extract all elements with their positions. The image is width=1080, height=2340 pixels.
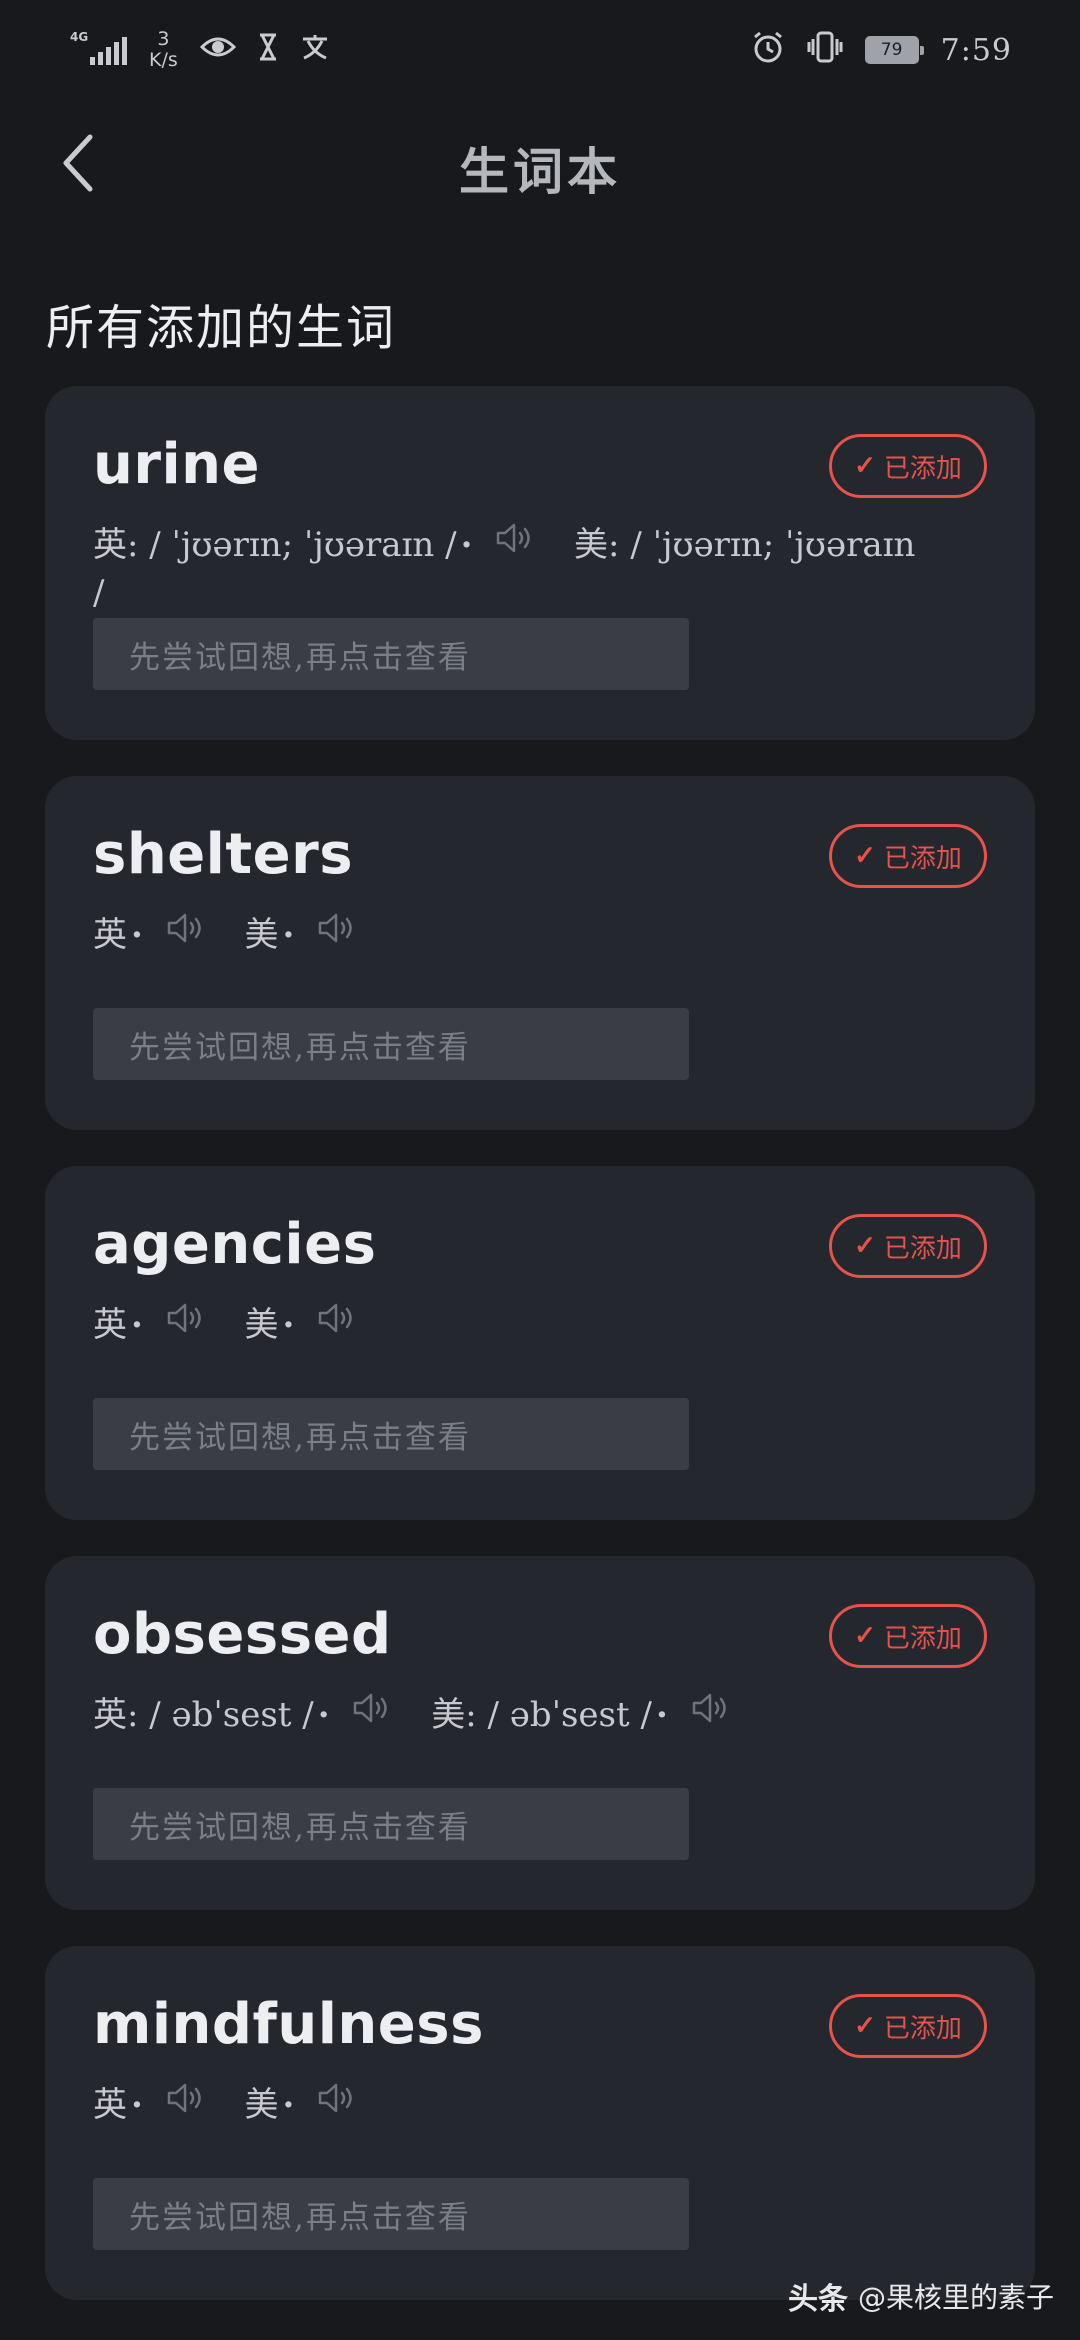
vibrate-icon xyxy=(807,30,843,70)
speaker-icon[interactable] xyxy=(691,1691,731,1737)
reveal-definition-box[interactable]: 先尝试回想,再点击查看 xyxy=(93,618,689,690)
watermark: 头条 @果核里的素子 xyxy=(788,2274,1054,2318)
battery-level: 79 xyxy=(880,40,903,60)
reveal-definition-box[interactable]: 先尝试回想,再点击查看 xyxy=(93,1008,689,1080)
pronunciation: 英 · 美 · xyxy=(93,1302,953,1350)
speaker-icon[interactable] xyxy=(495,521,535,567)
section-title: 所有添加的生词 xyxy=(46,300,397,356)
pronunciation: 英: / ˈjʊərɪn; ˈjʊəraɪn / · 美: / ˈjʊərɪn; … xyxy=(93,522,953,616)
signal-icon: 4G xyxy=(70,31,127,65)
uk-label: 英 xyxy=(93,2085,127,2125)
word-card[interactable]: urine ✓ 已添加 英: / ˈjʊərɪn; ˈjʊəraɪn / · 美:… xyxy=(45,386,1035,740)
translate-icon xyxy=(300,33,330,67)
added-badge-label: 已添加 xyxy=(883,1233,962,1264)
check-icon: ✓ xyxy=(854,451,876,481)
us-phonetic: / əbˈsest / xyxy=(487,1695,652,1735)
uk-label: 英: xyxy=(93,525,139,565)
check-icon: ✓ xyxy=(854,841,876,871)
speaker-icon[interactable] xyxy=(317,2081,357,2127)
network-speed-value: 3 xyxy=(157,28,170,50)
network-type: 4G xyxy=(70,30,89,44)
page-title: 生词本 xyxy=(459,142,621,201)
uk-label: 英 xyxy=(93,1305,127,1345)
added-badge-label: 已添加 xyxy=(883,453,962,484)
added-badge-label: 已添加 xyxy=(883,1623,962,1654)
reveal-definition-box[interactable]: 先尝试回想,再点击查看 xyxy=(93,2178,689,2250)
watermark-handle: @果核里的素子 xyxy=(857,2281,1054,2314)
eye-icon xyxy=(199,33,236,67)
speaker-icon[interactable] xyxy=(317,1301,357,1347)
speaker-icon[interactable] xyxy=(166,2081,206,2127)
added-badge-label: 已添加 xyxy=(883,843,962,874)
check-icon: ✓ xyxy=(854,1621,876,1651)
reveal-definition-box[interactable]: 先尝试回想,再点击查看 xyxy=(93,1398,689,1470)
speaker-icon[interactable] xyxy=(166,911,206,957)
clock: 7:59 xyxy=(940,32,1012,68)
us-label: 美 xyxy=(244,915,279,955)
us-label: 美 xyxy=(244,1305,279,1345)
added-badge[interactable]: ✓ 已添加 xyxy=(829,434,987,498)
us-label: 美: xyxy=(431,1695,477,1735)
battery-icon: 79 xyxy=(864,36,924,64)
uk-phonetic: / ˈjʊərɪn; ˈjʊəraɪn / xyxy=(149,525,457,565)
reveal-definition-box[interactable]: 先尝试回想,再点击查看 xyxy=(93,1788,689,1860)
hourglass-icon xyxy=(258,33,278,67)
word-list: urine ✓ 已添加 英: / ˈjʊərɪn; ˈjʊəraɪn / · 美:… xyxy=(45,386,1035,2336)
added-badge[interactable]: ✓ 已添加 xyxy=(829,1994,987,2058)
word-card[interactable]: shelters ✓ 已添加 英 · 美 · 先尝试回想,再点击查看 xyxy=(45,776,1035,1130)
alarm-icon xyxy=(751,30,785,70)
added-badge-label: 已添加 xyxy=(883,2013,962,2044)
pronunciation: 英: / əbˈsest / · 美: / əbˈsest / · xyxy=(93,1692,953,1740)
us-label: 美 xyxy=(244,2085,279,2125)
uk-label: 英 xyxy=(93,915,127,955)
us-label: 美: xyxy=(574,525,620,565)
speaker-icon[interactable] xyxy=(166,1301,206,1347)
header: 生词本 xyxy=(0,110,1080,220)
speaker-icon[interactable] xyxy=(317,911,357,957)
added-badge[interactable]: ✓ 已添加 xyxy=(829,1604,987,1668)
network-speed: 3 K/s xyxy=(149,29,178,71)
added-badge[interactable]: ✓ 已添加 xyxy=(829,824,987,888)
speaker-icon[interactable] xyxy=(352,1691,392,1737)
uk-phonetic: / əbˈsest / xyxy=(149,1695,314,1735)
watermark-logo: 头条 xyxy=(787,2282,848,2317)
added-badge[interactable]: ✓ 已添加 xyxy=(829,1214,987,1278)
status-bar: 4G 3 K/s 79 7:59 xyxy=(0,0,1080,100)
uk-label: 英: xyxy=(93,1695,139,1735)
word-card[interactable]: mindfulness ✓ 已添加 英 · 美 · 先尝试回想,再点击查看 xyxy=(45,1946,1035,2300)
pronunciation: 英 · 美 · xyxy=(93,912,953,960)
check-icon: ✓ xyxy=(854,1231,876,1261)
word-card[interactable]: agencies ✓ 已添加 英 · 美 · 先尝试回想,再点击查看 xyxy=(45,1166,1035,1520)
pronunciation: 英 · 美 · xyxy=(93,2082,953,2130)
word-card[interactable]: obsessed ✓ 已添加 英: / əbˈsest / · 美: / əbˈs… xyxy=(45,1556,1035,1910)
check-icon: ✓ xyxy=(854,2011,876,2041)
network-speed-unit: K/s xyxy=(149,49,178,71)
